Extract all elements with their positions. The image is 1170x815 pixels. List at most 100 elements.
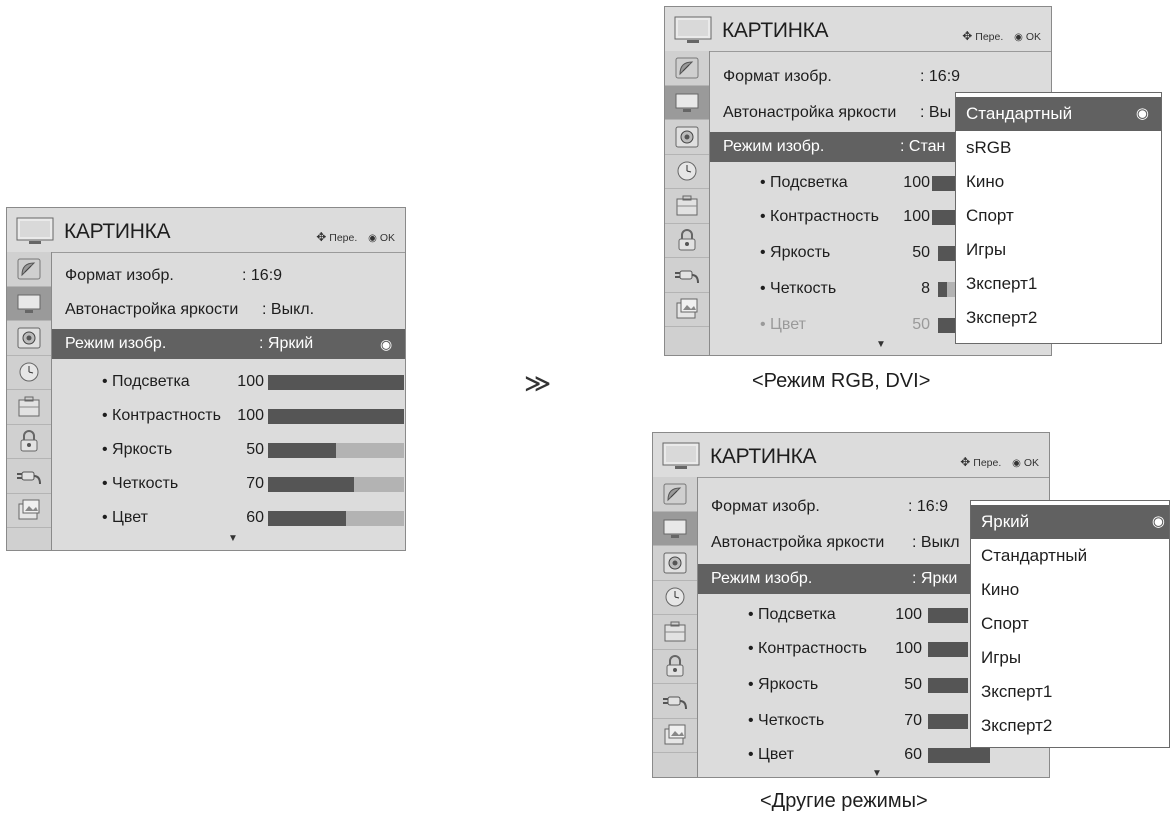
sidebar-item-channel[interactable]: [665, 51, 709, 86]
sidebar-item-time[interactable]: [665, 155, 709, 189]
aspect-value: : 16:9: [242, 267, 283, 284]
sidebar-item-media[interactable]: [7, 494, 51, 528]
dropdown-option[interactable]: Спорт: [971, 607, 1169, 641]
sidebar-item-channel[interactable]: [7, 252, 51, 287]
sidebar-item-media[interactable]: [665, 293, 709, 327]
caption-other-modes: <Другие режимы>: [760, 790, 928, 812]
sidebar-item-picture[interactable]: [665, 85, 709, 120]
sidebar-item-options[interactable]: [7, 390, 51, 425]
brightness-bar[interactable]: [928, 678, 968, 693]
tv-menu-icon: [662, 442, 700, 470]
contrast-value: 100: [895, 640, 922, 657]
sidebar-item-time[interactable]: [7, 356, 51, 390]
scroll-down-arrow-icon[interactable]: ▼: [876, 339, 886, 350]
menu-item-color[interactable]: • Цвет 60: [52, 503, 405, 533]
sidebar-item-input[interactable]: [665, 258, 709, 293]
sharpness-label: • Четкость: [102, 475, 179, 492]
sidebar-item-sound[interactable]: [7, 321, 51, 356]
brightness-value: 50: [904, 676, 922, 693]
radio-dot-icon: ◉: [1151, 513, 1165, 530]
category-sidebar: [7, 252, 52, 550]
dropdown-option[interactable]: Стандартный: [971, 539, 1169, 573]
contrast-bar[interactable]: [268, 409, 404, 424]
four-way-arrow-icon: ✥: [316, 230, 327, 244]
picture-mode-label: Режим изобр.: [723, 138, 825, 155]
aspect-label: Формат изобр.: [65, 267, 174, 284]
dropdown-option[interactable]: Кино: [956, 165, 1161, 199]
scroll-down-arrow-icon[interactable]: ▼: [872, 768, 882, 779]
auto-brightness-value: : Вы: [920, 104, 952, 121]
dropdown-option[interactable]: Спорт: [956, 199, 1161, 233]
sidebar-item-picture[interactable]: [653, 511, 697, 546]
dropdown-option[interactable]: Зксперт1: [971, 675, 1169, 709]
ok-label: OK: [1023, 457, 1039, 469]
category-sidebar: [665, 51, 710, 355]
radio-dot-icon: ◉: [368, 233, 377, 244]
sidebar-item-time[interactable]: [653, 581, 697, 615]
menu-item-contrast[interactable]: • Контрастность 100: [52, 401, 405, 431]
auto-brightness-label: Автонастройка яркости: [65, 301, 239, 318]
color-bar[interactable]: [268, 511, 404, 526]
color-bar[interactable]: [928, 748, 990, 763]
color-label: • Цвет: [748, 746, 794, 763]
tv-menu-icon: [16, 217, 54, 245]
sidebar-item-lock[interactable]: [665, 224, 709, 258]
sidebar-item-sound[interactable]: [653, 546, 697, 581]
picture-mode-dropdown-other: Яркий ◉ Стандартный Кино Спорт Игры Зкспе…: [970, 500, 1170, 748]
sidebar-item-sound[interactable]: [665, 120, 709, 155]
menu-item-brightness[interactable]: • Яркость 50: [52, 435, 405, 465]
dropdown-option[interactable]: Яркий ◉: [971, 505, 1169, 539]
dropdown-option[interactable]: Игры: [956, 233, 1161, 267]
sharpness-label: • Четкость: [748, 712, 825, 729]
contrast-bar[interactable]: [928, 642, 968, 657]
sidebar-item-lock[interactable]: [7, 425, 51, 459]
dropdown-option[interactable]: Зксперт2: [971, 709, 1169, 743]
dropdown-option[interactable]: sRGB: [956, 131, 1161, 165]
move-label: Пере.: [975, 31, 1004, 43]
sharpness-bar[interactable]: [928, 714, 968, 729]
brightness-bar[interactable]: [268, 443, 404, 458]
menu-header: КАРТИНКА ✥ Пере. ◉ OK: [665, 7, 1051, 51]
color-value: 60: [904, 746, 922, 763]
sidebar-item-media[interactable]: [653, 719, 697, 753]
sidebar-item-input[interactable]: [7, 459, 51, 494]
color-value: 60: [246, 509, 264, 526]
backlight-value: 100: [903, 174, 930, 191]
briefcase-icon: [664, 621, 686, 642]
auto-brightness-label: Автонастройка яркости: [711, 534, 885, 551]
contrast-value: 100: [237, 407, 264, 424]
caption-rgb-mode: <Режим RGB, DVI>: [752, 370, 931, 392]
sidebar-item-options[interactable]: [665, 189, 709, 224]
sidebar-item-channel[interactable]: [653, 477, 697, 512]
sidebar-item-lock[interactable]: [653, 650, 697, 684]
contrast-label: • Контрастность: [760, 208, 879, 225]
sharpness-bar[interactable]: [268, 477, 404, 492]
speaker-icon: [663, 552, 687, 574]
sidebar-item-picture[interactable]: [7, 286, 51, 321]
menu-item-aspect[interactable]: Формат изобр. : 16:9: [710, 62, 1051, 92]
scroll-down-arrow-icon[interactable]: ▼: [228, 533, 238, 544]
dropdown-option[interactable]: Кино: [971, 573, 1169, 607]
dropdown-option[interactable]: Зксперт2: [956, 301, 1161, 335]
picture-mode-label: Режим изобр.: [65, 335, 167, 352]
aspect-value: : 16:9: [908, 498, 949, 515]
backlight-bar[interactable]: [928, 608, 968, 623]
menu-item-picture-mode[interactable]: Режим изобр. : Яркий ◉: [52, 329, 405, 359]
dropdown-option[interactable]: Игры: [971, 641, 1169, 675]
backlight-bar[interactable]: [268, 375, 404, 390]
menu-item-auto-brightness[interactable]: Автонастройка яркости : Выкл.: [52, 295, 405, 325]
menu-item-aspect[interactable]: Формат изобр. : 16:9: [52, 261, 405, 291]
dropdown-option[interactable]: Стандартный ◉: [956, 97, 1161, 131]
sidebar-item-input[interactable]: [653, 684, 697, 719]
menu-item-sharpness[interactable]: • Четкость 70: [52, 469, 405, 499]
brightness-label: • Яркость: [102, 441, 173, 458]
brightness-value: 50: [912, 244, 930, 261]
move-label: Пере.: [329, 232, 358, 244]
color-label: • Цвет: [102, 509, 148, 526]
clock-icon: [665, 587, 685, 607]
dropdown-option[interactable]: Зксперт1: [956, 267, 1161, 301]
contrast-label: • Контрастность: [102, 407, 221, 424]
menu-item-backlight[interactable]: • Подсветка 100: [52, 367, 405, 397]
radio-dot-icon: ◉: [1014, 32, 1023, 43]
sidebar-item-options[interactable]: [653, 615, 697, 650]
